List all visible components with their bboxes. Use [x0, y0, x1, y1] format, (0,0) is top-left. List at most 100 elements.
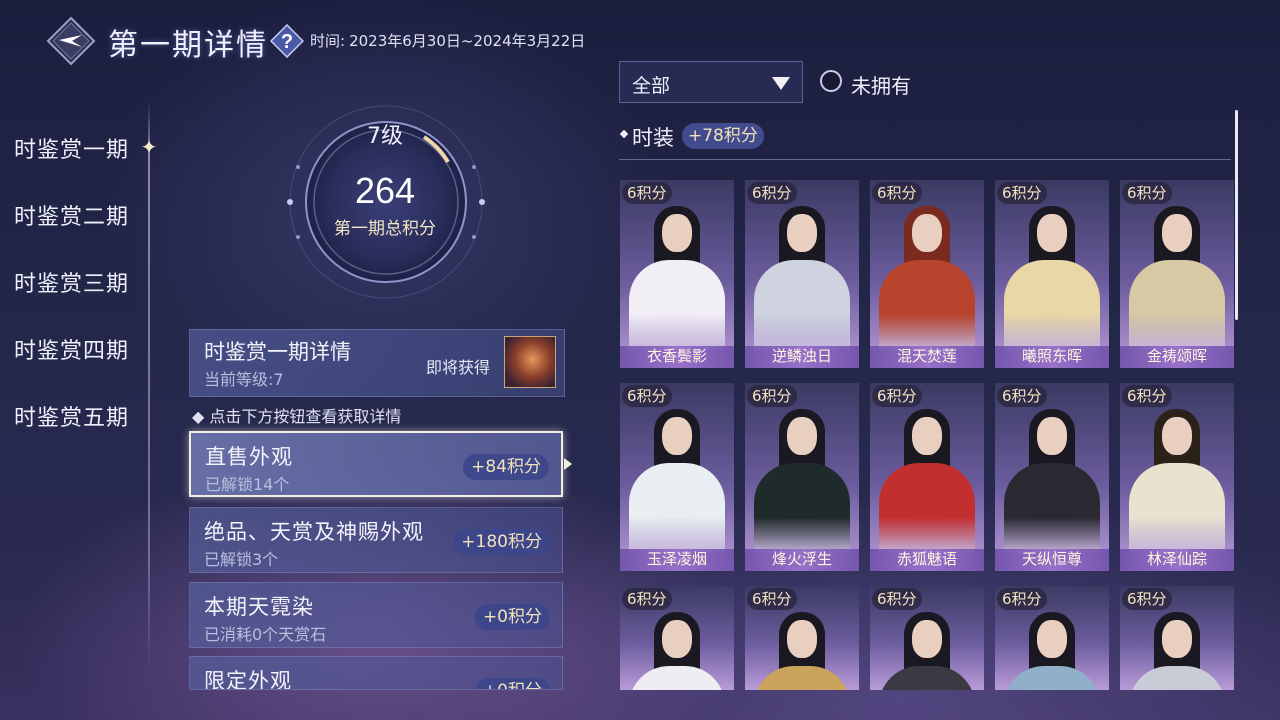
section-bullet-icon [619, 129, 629, 139]
category-subtitle: 已解锁3个 [204, 550, 279, 569]
category-title: 限定外观 [204, 669, 292, 690]
category-points: +84积分 [463, 454, 549, 480]
outfit-card[interactable]: 6积分 天纵恒尊 [995, 383, 1109, 571]
outfit-card[interactable]: 6积分 烽火浮生 [745, 383, 859, 571]
outfit-card[interactable]: 6积分 衣香鬓影 [620, 180, 734, 368]
outfit-figure-head [787, 620, 817, 658]
category-subtitle: 已解锁14个 [205, 475, 290, 494]
back-arrow-icon [46, 16, 96, 66]
category-points: +180积分 [453, 529, 550, 555]
outfit-figure-robe [629, 666, 725, 690]
outfit-figure-head [787, 417, 817, 455]
outfit-figure-head [662, 214, 692, 252]
outfit-name: 林泽仙踪 [1146, 550, 1207, 568]
next-reward-thumbnail[interactable] [504, 336, 556, 388]
outfit-figure-head [912, 620, 942, 658]
outfit-card[interactable]: 6积分 玉泽凌烟 [620, 383, 734, 571]
coming-soon-label: 即将获得 [426, 358, 491, 377]
nav-item-period-5[interactable]: 时鉴赏五期 [14, 400, 129, 432]
outfit-points: 6积分 [1122, 385, 1172, 407]
total-score: 264 [354, 170, 416, 211]
outfit-figure-robe [629, 463, 725, 553]
category-title: 本期天霓染 [204, 595, 314, 619]
category-points: +0积分 [474, 604, 550, 630]
time-range: 时间: 2023年6月30日~2024年3月22日 [310, 30, 589, 51]
outfit-name: 金祷颂晖 [1146, 347, 1207, 365]
outfit-figure-robe [754, 463, 850, 553]
outfit-card[interactable]: 6积分金祷颂晖 [1120, 180, 1234, 368]
help-button[interactable]: ? [269, 23, 305, 59]
section-points: +78积分 [682, 123, 764, 149]
outfit-figure-robe [879, 666, 975, 690]
grid-scrollbar[interactable] [1235, 110, 1238, 320]
outfit-figure-robe [754, 666, 850, 690]
nav-item-period-3[interactable]: 时鉴赏三期 [14, 266, 129, 298]
active-arrow-icon [564, 458, 572, 470]
outfit-card[interactable]: 6积分 [620, 586, 734, 690]
hint-text: ◆ 点击下方按钮查看获取详情 [192, 407, 402, 426]
nav-divider [148, 100, 150, 670]
outfit-card[interactable]: 6积分 [870, 586, 984, 690]
outfit-points: 6积分 [997, 182, 1047, 204]
outfit-points: 6积分 [872, 588, 922, 610]
svg-text:?: ? [281, 31, 293, 53]
outfit-card[interactable]: 6积分 [745, 586, 859, 690]
back-button[interactable] [46, 16, 96, 66]
section-title: 时装 [632, 126, 674, 150]
nav-item-period-1[interactable]: 时鉴赏一期 [14, 132, 129, 164]
not-owned-radio[interactable] [820, 70, 842, 92]
not-owned-label[interactable]: 未拥有 [851, 70, 911, 99]
category-title: 绝品、天赏及神赐外观 [204, 520, 424, 544]
outfit-points: 6积分 [1122, 182, 1172, 204]
category-dye[interactable]: 本期天霓染 已消耗0个天赏石 +0积分 [189, 582, 563, 648]
outfit-figure-robe [1129, 463, 1225, 553]
outfit-figure-head [1037, 417, 1067, 455]
outfit-card[interactable]: 6积分 混天焚莲 [870, 180, 984, 368]
category-premium[interactable]: 绝品、天赏及神赐外观 已解锁3个 +180积分 [189, 507, 563, 573]
outfit-name: 曦照东晖 [1021, 347, 1082, 365]
outfit-card[interactable]: 6积分 [995, 586, 1109, 690]
period-detail-title: 时鉴赏一期详情 [204, 340, 351, 364]
outfit-card[interactable]: 6积分曦照东晖 [995, 180, 1109, 368]
outfit-figure-robe [879, 463, 975, 553]
outfit-figure-head [787, 214, 817, 252]
category-subtitle: 已消耗0个天赏石 [204, 625, 327, 644]
section-divider [619, 159, 1231, 160]
filter-dropdown[interactable]: 全部 [619, 61, 803, 103]
nav-item-period-4[interactable]: 时鉴赏四期 [14, 333, 129, 365]
outfit-figure-head [1162, 214, 1192, 252]
outfit-name: 逆鳞浊日 [771, 347, 832, 365]
outfit-figure-head [1037, 620, 1067, 658]
outfit-points: 6积分 [872, 385, 922, 407]
outfit-card[interactable]: 6积分 [1120, 586, 1234, 690]
outfit-points: 6积分 [747, 588, 797, 610]
outfit-figure-head [662, 417, 692, 455]
outfit-figure-robe [1004, 666, 1100, 690]
outfit-points: 6积分 [1122, 588, 1172, 610]
outfit-name: 烽火浮生 [771, 550, 832, 568]
outfit-figure-robe [629, 260, 725, 350]
outfit-card[interactable]: 6积分林泽仙踪 [1120, 383, 1234, 571]
level-label: 7级 [367, 124, 403, 149]
category-limited[interactable]: 限定外观 +0积分 [189, 656, 563, 690]
outfit-figure-head [912, 214, 942, 252]
category-direct-sale[interactable]: 直售外观 已解锁14个 +84积分 [189, 431, 563, 497]
outfit-figure-robe [754, 260, 850, 350]
outfit-name: 衣香鬓影 [646, 347, 707, 365]
time-value: 2023年6月30日~2024年3月22日 [349, 32, 586, 50]
category-title: 直售外观 [205, 445, 293, 469]
outfit-name: 混天焚莲 [896, 347, 957, 365]
outfit-card[interactable]: 6积分 赤狐魅语 [870, 383, 984, 571]
current-level: 当前等级:7 [204, 370, 284, 389]
outfit-figure-head [912, 417, 942, 455]
outfit-points: 6积分 [747, 182, 797, 204]
active-marker-icon: ✦ [140, 135, 158, 159]
question-icon: ? [269, 23, 305, 59]
outfit-figure-head [662, 620, 692, 658]
outfit-points: 6积分 [622, 588, 672, 610]
nav-item-period-2[interactable]: 时鉴赏二期 [14, 199, 129, 231]
outfit-card[interactable]: 6积分逆鳞浊日 [745, 180, 859, 368]
outfit-figure-head [1162, 620, 1192, 658]
page-title: 第一期详情 [108, 28, 268, 63]
time-label: 时间: [310, 32, 346, 50]
